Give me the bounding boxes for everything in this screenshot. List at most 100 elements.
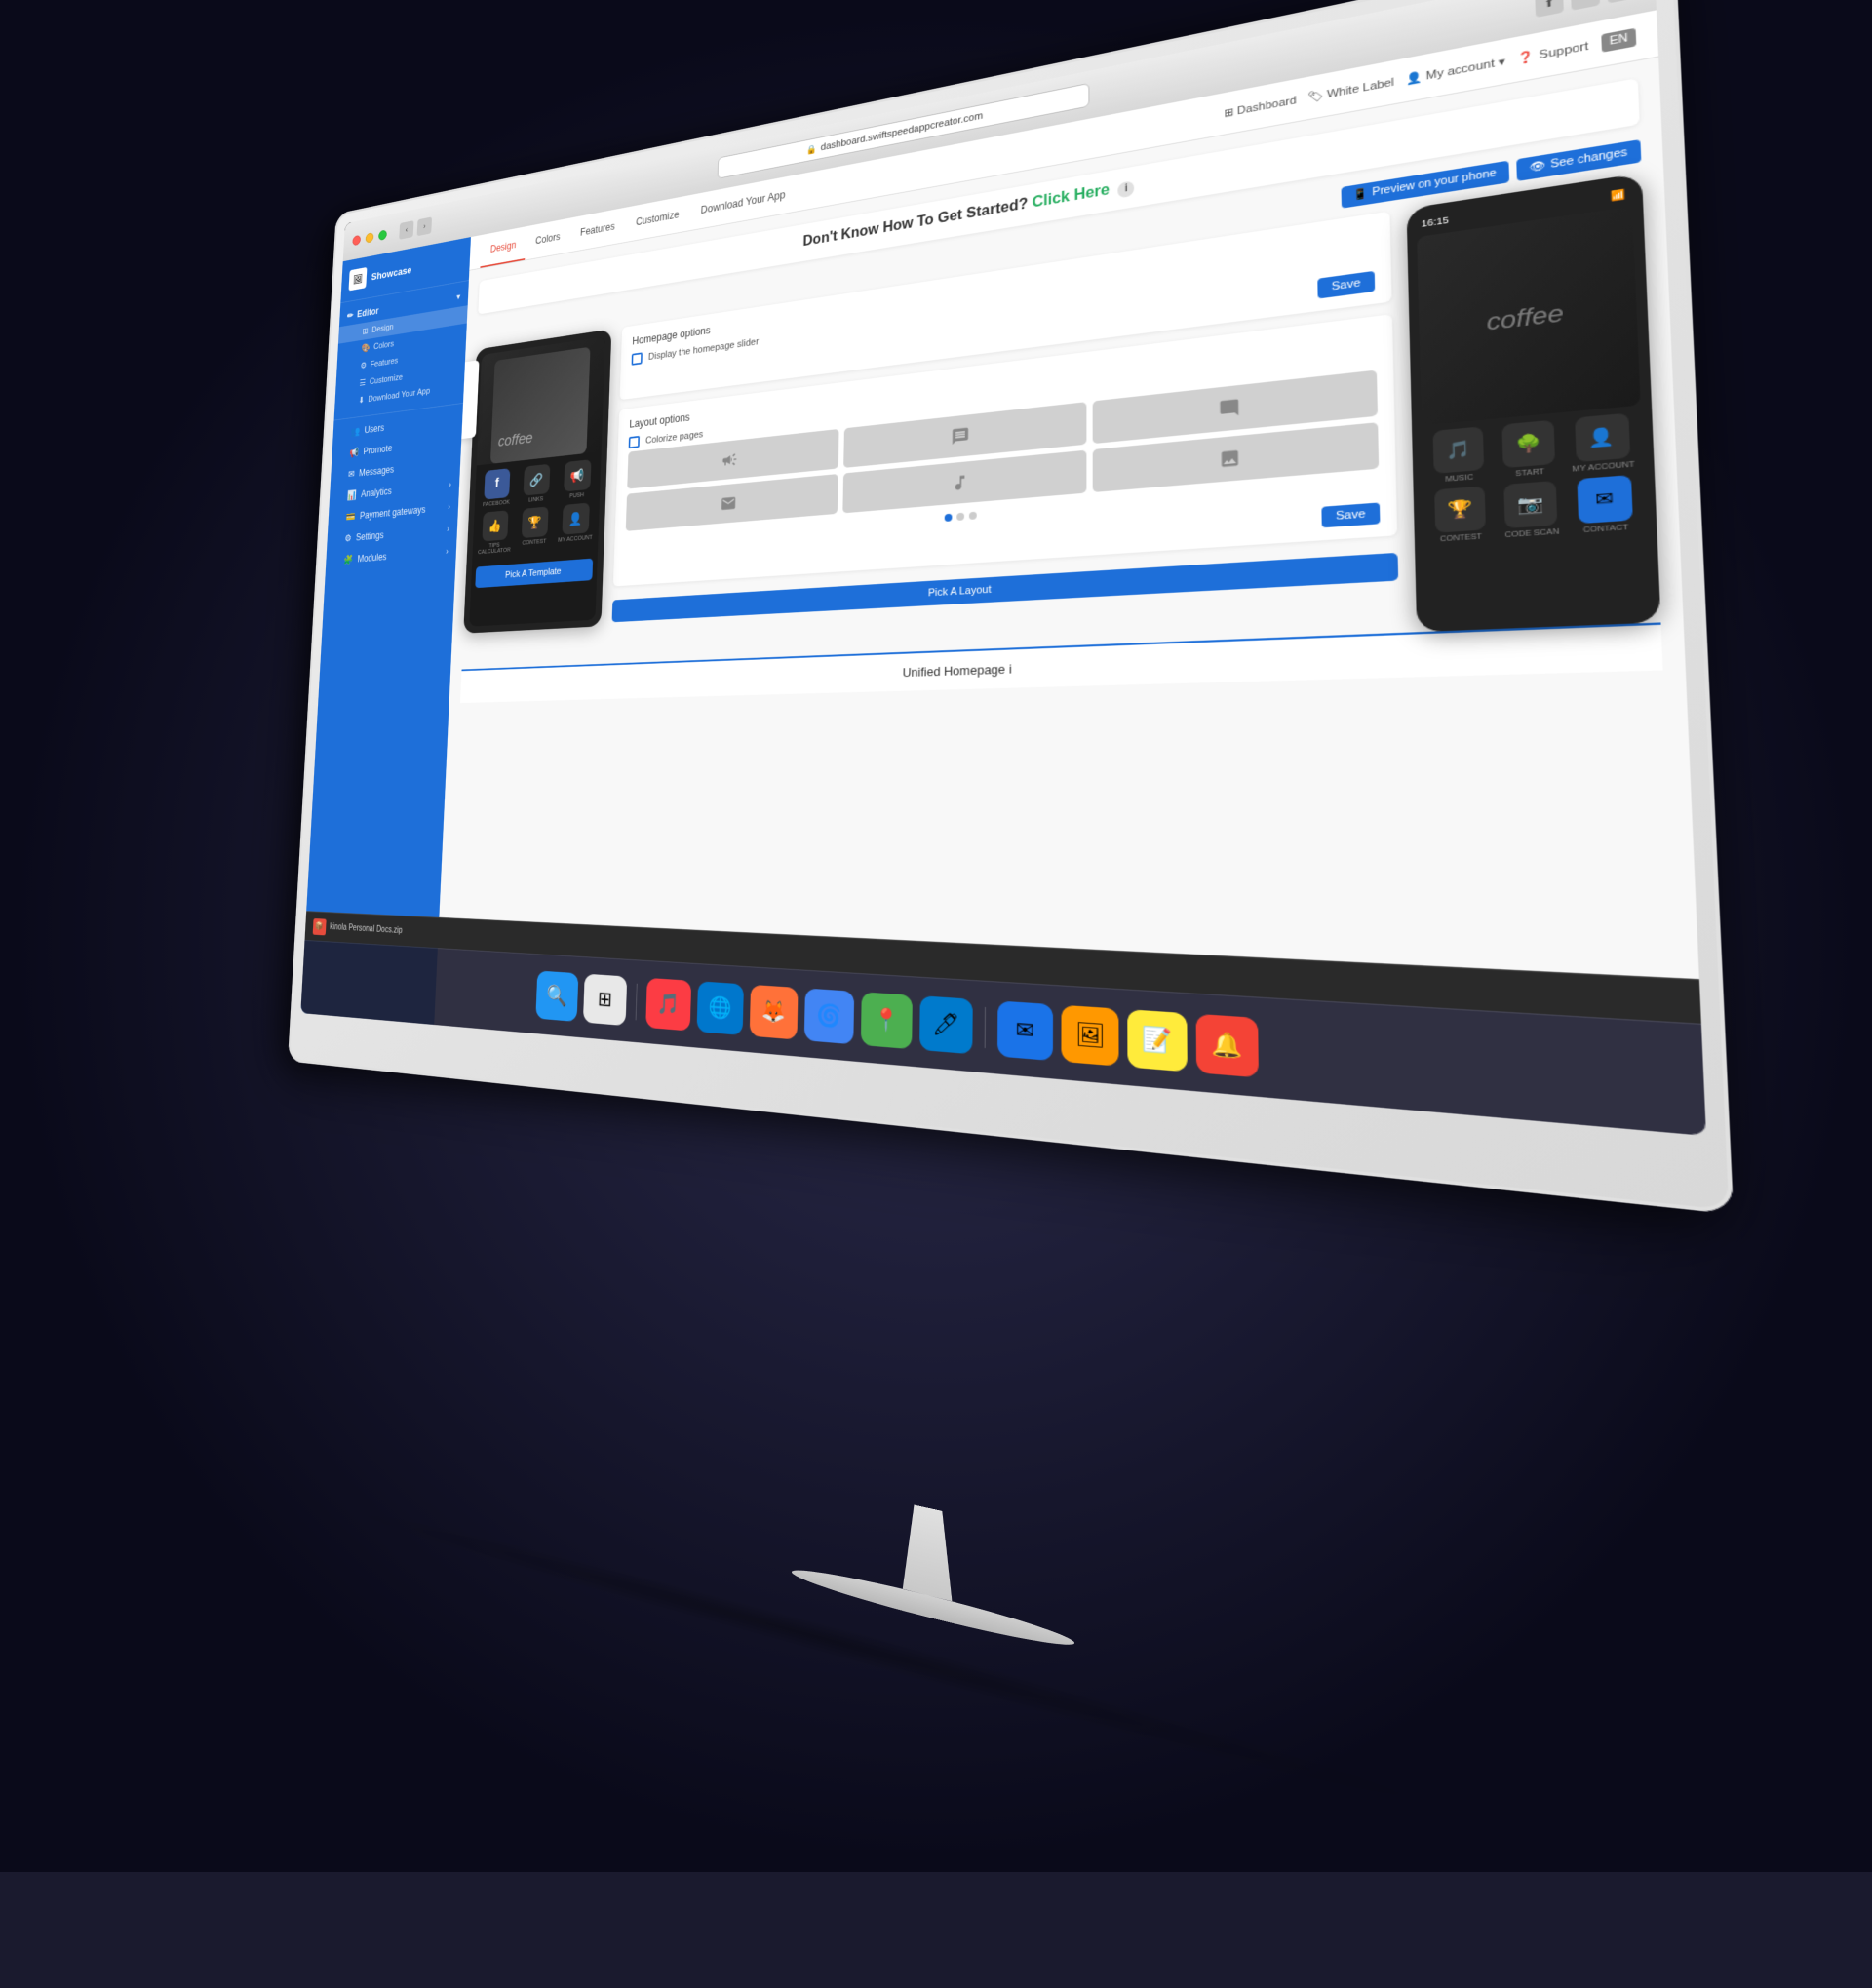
- white-label-link[interactable]: 🏷 White Label: [1307, 75, 1394, 104]
- colors-label: Colors: [373, 339, 394, 352]
- settings-chevron: ›: [447, 525, 449, 533]
- dot-2[interactable]: [956, 513, 964, 521]
- click-here-link[interactable]: Click Here: [1033, 182, 1110, 212]
- sidebar-toggle[interactable]: ⊞: [1607, 0, 1637, 4]
- right-icon-start[interactable]: 🌳 START: [1496, 419, 1563, 480]
- right-icon-contest[interactable]: 🏆 CONTEST: [1428, 486, 1494, 544]
- email-icon: [720, 494, 736, 513]
- layout-save-button[interactable]: Save: [1321, 502, 1380, 527]
- dock-notes[interactable]: 📝: [1127, 1009, 1188, 1072]
- phone-bg-image: coffee: [477, 336, 605, 465]
- forward-button[interactable]: ›: [417, 216, 432, 236]
- phone-icon-facebook[interactable]: f FACEBOOK: [479, 468, 515, 509]
- editor-icon: ✏: [347, 310, 354, 322]
- dock-launchpad[interactable]: ⊞: [583, 973, 627, 1025]
- contact-label: CONTACT: [1583, 524, 1629, 534]
- phone-icon-push[interactable]: 📢 PUSH: [559, 459, 597, 501]
- logo-icon: 🖼: [348, 267, 367, 291]
- back-button[interactable]: ‹: [399, 220, 413, 240]
- right-icon-music[interactable]: 🎵 MUSIC: [1426, 426, 1491, 486]
- homepage-save-button[interactable]: Save: [1317, 271, 1375, 299]
- minimize-button[interactable]: [366, 232, 374, 243]
- dock-safari[interactable]: 🌐: [697, 981, 744, 1035]
- hero-info-icon[interactable]: i: [1118, 180, 1135, 198]
- facebook-label: FACEBOOK: [483, 499, 510, 507]
- right-icon-myaccount[interactable]: 👤 MY ACCOUNT: [1568, 412, 1638, 474]
- features-icon: ⚙: [360, 360, 367, 370]
- payment-icon: 💳: [345, 511, 355, 523]
- analytics-chevron: ›: [448, 481, 451, 489]
- dock-chrome[interactable]: 🌀: [804, 988, 854, 1044]
- phone-icon-contest[interactable]: 🏆 CONTEST: [516, 506, 554, 553]
- monitor: ‹ › 🔒 dashboard.swiftspeedappcreator.com…: [268, 0, 1872, 1809]
- phone-icons-grid: f FACEBOOK 🔗: [472, 451, 602, 563]
- right-myaccount-label: MY ACCOUNT: [1572, 461, 1635, 474]
- my-account-link[interactable]: 👤 My account ▾: [1406, 55, 1505, 86]
- dock-firefox[interactable]: 🦊: [750, 984, 799, 1039]
- homepage-slider-checkbox[interactable]: [632, 352, 643, 365]
- right-icon-contact[interactable]: ✉ CONTACT: [1570, 474, 1640, 535]
- editor-section: ✏ Editor ▾ ⊞ Design 🎨 C: [334, 281, 469, 417]
- phone-template-button[interactable]: Pick A Template: [475, 559, 593, 589]
- new-tab-button[interactable]: +: [1571, 0, 1600, 11]
- download-item: 📦 kinola Personal Docs.zip: [313, 918, 403, 940]
- right-phone-icons: 🎵 MUSIC 🌳 START: [1422, 405, 1646, 551]
- dock-reminders[interactable]: 🔔: [1196, 1013, 1259, 1077]
- push-icon-box: 📢: [564, 459, 591, 491]
- music-icon: [951, 473, 970, 493]
- see-changes-icon: 👁: [1529, 160, 1545, 175]
- dock-separator-1: [636, 983, 638, 1020]
- phone-icon-myaccount[interactable]: 👤 MY ACCOUNT: [557, 502, 596, 550]
- myaccount-label: MY ACCOUNT: [558, 535, 593, 544]
- start-icon-box: 🌳: [1502, 420, 1556, 469]
- support-link[interactable]: ❓ Support: [1518, 39, 1589, 65]
- share-button[interactable]: ⬆: [1535, 0, 1564, 18]
- myaccount-icon-box: 👤: [562, 502, 589, 534]
- dock-mail[interactable]: ✉: [997, 1000, 1053, 1061]
- maximize-button[interactable]: [378, 229, 387, 241]
- dock-music[interactable]: 🎵: [645, 977, 691, 1031]
- right-icon-codescan[interactable]: 📷 CODE SCAN: [1498, 480, 1565, 539]
- chat-icon: [952, 426, 971, 447]
- download-file-icon: 📦: [313, 918, 327, 935]
- dock-vscode[interactable]: 🖊: [919, 995, 973, 1054]
- analytics-icon: 📊: [347, 489, 357, 501]
- right-contest-label: CONTEST: [1440, 533, 1482, 544]
- colorize-pages-checkbox[interactable]: [629, 436, 640, 448]
- dock-photos[interactable]: 🖼: [1061, 1004, 1118, 1066]
- customize-icon: ☰: [359, 377, 366, 388]
- scene: ‹ › 🔒 dashboard.swiftspeedappcreator.com…: [0, 0, 1872, 1872]
- language-selector[interactable]: EN: [1601, 28, 1636, 53]
- links-icon-box: 🔗: [524, 464, 551, 496]
- design-icon: ⊞: [362, 326, 368, 336]
- dock-separator-2: [985, 1006, 986, 1047]
- music-icon-box: 🎵: [1433, 426, 1485, 474]
- dock-maps[interactable]: 📍: [861, 992, 913, 1049]
- push-label: PUSH: [569, 492, 584, 499]
- design-label: Design: [371, 322, 394, 334]
- preview-phone-icon: 📱: [1353, 188, 1368, 202]
- megaphone-icon: [722, 450, 738, 470]
- unified-info-icon[interactable]: i: [1009, 661, 1012, 676]
- links-icon: 🔗: [529, 472, 543, 487]
- phone-panel: Color Pallete Background #2a3138: [462, 329, 612, 669]
- editor-chevron: ▾: [456, 292, 460, 301]
- dashboard-link[interactable]: ⊞ Dashboard: [1224, 94, 1296, 120]
- close-button[interactable]: [352, 234, 361, 245]
- users-label: Users: [364, 422, 384, 436]
- payment-label: Payment gateways: [360, 504, 426, 522]
- hero-text: Don't Know How To Get Started?: [802, 196, 1028, 250]
- contact-icon-box: ✉: [1577, 475, 1632, 524]
- phone-icon-links[interactable]: 🔗 LINKS: [518, 463, 555, 504]
- dot-3[interactable]: [968, 512, 976, 520]
- analytics-label: Analytics: [361, 486, 392, 499]
- tips-icon: 👍: [488, 518, 502, 533]
- settings-label: Settings: [356, 529, 384, 543]
- dot-1[interactable]: [944, 514, 952, 522]
- users-icon: 👥: [350, 425, 360, 437]
- phone-icon-tips[interactable]: 👍 TIPS CALCULATOR: [477, 510, 514, 556]
- download-filename: kinola Personal Docs.zip: [330, 922, 403, 935]
- tips-icon-box: 👍: [482, 510, 508, 541]
- dock-finder[interactable]: 🔍: [535, 970, 578, 1022]
- phone-screen: coffee f: [469, 336, 605, 627]
